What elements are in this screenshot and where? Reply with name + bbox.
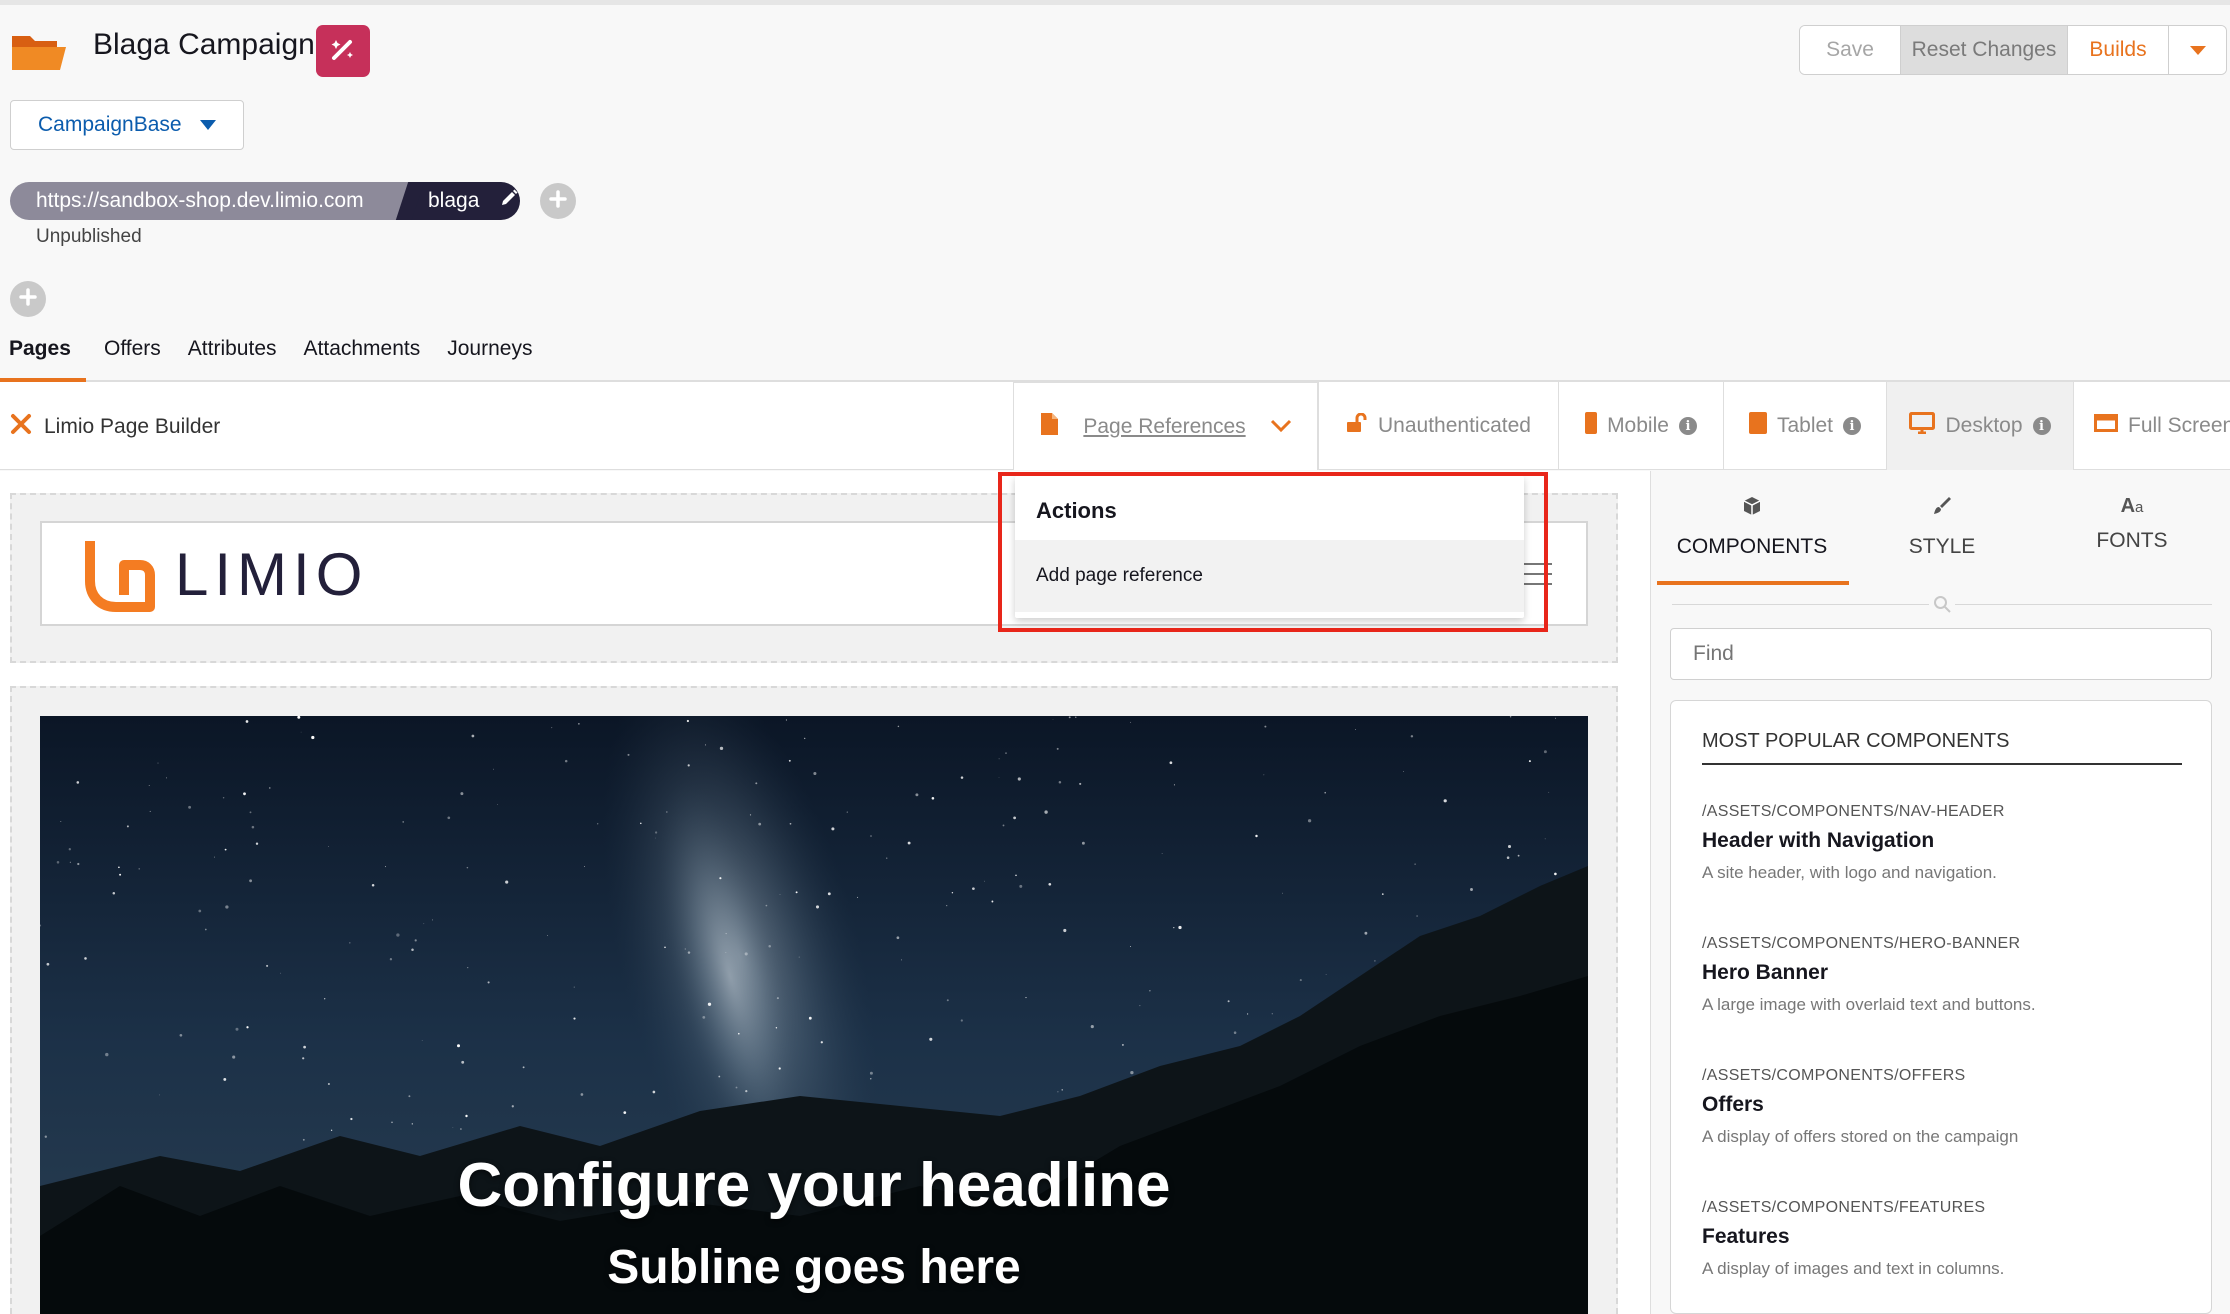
campaign-title: Blaga Campaign: [93, 28, 315, 61]
tablet-icon: [1748, 412, 1767, 440]
add-url-button[interactable]: [540, 183, 576, 219]
component-name: Header with Navigation: [1702, 829, 1935, 852]
component-path: /ASSETS/COMPONENTS/HERO-BANNER: [1702, 935, 2021, 952]
component-item[interactable]: /ASSETS/COMPONENTS/NAV-HEADER Header wit…: [1702, 803, 2182, 883]
component-path: /ASSETS/COMPONENTS/NAV-HEADER: [1702, 803, 2005, 820]
url-host: https://sandbox-shop.dev.limio.com: [10, 182, 410, 220]
desktop-label: Desktop: [1945, 414, 2023, 437]
component-name: Features: [1702, 1225, 1790, 1248]
folder-icon: [10, 32, 68, 72]
tablet-label: Tablet: [1776, 414, 1834, 437]
unauthenticated-toggle[interactable]: Unauthenticated: [1318, 382, 1558, 470]
tools-icon: [10, 413, 32, 441]
component-name: Offers: [1702, 1093, 1764, 1116]
main-tabs: Pages Offers Attributes Attachments Jour…: [0, 334, 541, 382]
info-icon[interactable]: i: [1678, 417, 1697, 435]
plus-icon: [19, 287, 37, 311]
limio-logo-text: LIMIO: [175, 541, 369, 608]
chevron-down-icon: [2189, 45, 2206, 55]
add-page-button[interactable]: [10, 281, 46, 317]
tab-components[interactable]: COMPONENTS: [1657, 495, 1847, 559]
page-references-button[interactable]: Page References: [1013, 382, 1318, 470]
component-item[interactable]: /ASSETS/COMPONENTS/HERO-BANNER Hero Bann…: [1702, 935, 2182, 1015]
mobile-icon: [1585, 412, 1598, 440]
mobile-label: Mobile: [1607, 414, 1669, 437]
limio-logo-icon: [80, 535, 162, 622]
top-divider: [0, 0, 2230, 5]
build-actions: Save Reset Changes Builds: [1799, 25, 2227, 75]
find-input[interactable]: [1670, 628, 2212, 680]
page-builder-label: Limio Page Builder: [10, 413, 220, 441]
info-icon[interactable]: i: [2032, 417, 2051, 435]
builds-dropdown-button[interactable]: [2168, 26, 2226, 74]
component-path: /ASSETS/COMPONENTS/FEATURES: [1702, 1199, 1986, 1216]
campaign-select[interactable]: CampaignBase: [10, 100, 244, 150]
night-sky-image: [40, 716, 1588, 1314]
tablet-view-button[interactable]: Tablet i: [1723, 382, 1886, 470]
tab-offers[interactable]: Offers: [95, 334, 170, 382]
url-pill: https://sandbox-shop.dev.limio.com blaga: [10, 182, 520, 220]
component-name: Hero Banner: [1702, 961, 1829, 984]
pencil-icon[interactable]: [499, 188, 519, 214]
hero-subline: Subline goes here: [607, 1241, 1021, 1294]
campaign-select-value: CampaignBase: [38, 113, 182, 136]
hero-banner-preview[interactable]: [40, 716, 1588, 1314]
cube-icon: [1741, 495, 1763, 523]
builds-button[interactable]: Builds: [2067, 26, 2168, 74]
document-icon: [1039, 412, 1059, 442]
search-icon: [1929, 593, 1955, 615]
component-description: A large image with overlaid text and but…: [1702, 995, 2036, 1014]
desktop-icon: [1909, 412, 1936, 440]
tab-style[interactable]: STYLE: [1847, 495, 2037, 559]
full-screen-label: Full Screen: [2128, 414, 2230, 437]
desktop-view-button[interactable]: Desktop i: [1886, 382, 2073, 470]
unlock-icon: [1346, 412, 1368, 439]
magic-wand-icon: [330, 36, 356, 67]
component-description: A display of images and text in columns.: [1702, 1259, 2005, 1278]
component-item[interactable]: /ASSETS/COMPONENTS/OFFERS Offers A displ…: [1702, 1067, 2182, 1147]
info-icon[interactable]: i: [1843, 417, 1862, 435]
unauthenticated-label: Unauthenticated: [1378, 414, 1531, 437]
app-root: Blaga Campaign Save Reset Changes Builds…: [0, 0, 2230, 1314]
chevron-down-icon: [1270, 415, 1292, 439]
url-slug[interactable]: blaga: [410, 182, 520, 220]
page-references-label: Page References: [1083, 414, 1246, 438]
brush-icon: [1931, 495, 1953, 523]
component-path: /ASSETS/COMPONENTS/OFFERS: [1702, 1067, 1966, 1084]
tab-components-label: COMPONENTS: [1676, 535, 1828, 558]
highlight-box: [998, 472, 1548, 632]
tab-attachments[interactable]: Attachments: [295, 334, 430, 382]
tab-fonts[interactable]: Aa FONTS: [2037, 495, 2227, 553]
reset-changes-button[interactable]: Reset Changes: [1900, 26, 2067, 74]
component-description: A site header, with logo and navigation.: [1702, 863, 1997, 882]
font-icon: Aa: [2120, 495, 2144, 517]
hero-headline: Configure your headline: [457, 1151, 1171, 1220]
component-description: A display of offers stored on the campai…: [1702, 1127, 2019, 1146]
page-builder-title: Limio Page Builder: [44, 415, 221, 438]
save-button[interactable]: Save: [1800, 26, 1900, 74]
popular-components-title: MOST POPULAR COMPONENTS: [1702, 730, 2182, 765]
caret-down-icon: [199, 120, 216, 130]
mobile-view-button[interactable]: Mobile i: [1558, 382, 1723, 470]
tab-journeys[interactable]: Journeys: [438, 334, 541, 382]
tab-fonts-label: FONTS: [2096, 529, 2168, 552]
url-slug-text: blaga: [428, 189, 480, 212]
magic-wand-button[interactable]: [316, 25, 370, 77]
tab-style-label: STYLE: [1908, 535, 1976, 558]
full-screen-icon: [2094, 414, 2118, 438]
active-tab-indicator: [1657, 581, 1849, 585]
plus-icon: [549, 189, 567, 213]
tab-pages[interactable]: Pages: [0, 334, 86, 382]
tab-attributes[interactable]: Attributes: [179, 334, 286, 382]
full-screen-button[interactable]: Full Screen: [2073, 382, 2230, 470]
component-item[interactable]: /ASSETS/COMPONENTS/FEATURES Features A d…: [1702, 1199, 2182, 1279]
publish-status: Unpublished: [36, 226, 142, 247]
